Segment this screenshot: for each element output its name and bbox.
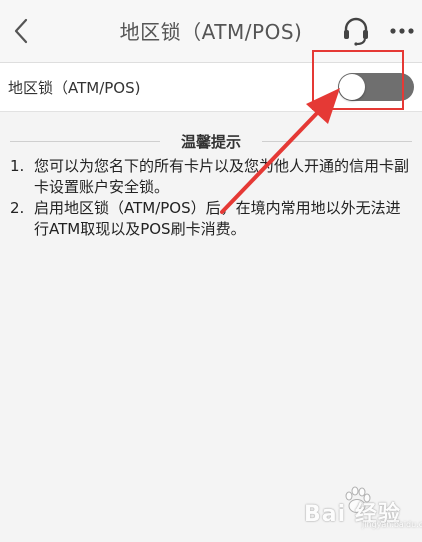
tips-heading: 温馨提示 [0, 131, 422, 152]
tip-number: 2. [10, 199, 25, 217]
baidu-watermark: Bai 经验 jingyan.baidu.com [300, 486, 422, 532]
watermark-subtext: jingyan.baidu.com [362, 520, 422, 529]
headset-icon [344, 17, 368, 46]
nav-bar: 地区锁（ATM/POS) [0, 0, 422, 63]
app-screen: 地区锁（ATM/POS) 地区锁（ATM/POS) 温馨提示 1. 您可以为您名… [0, 0, 422, 542]
more-dots-icon [390, 28, 414, 34]
region-lock-toggle[interactable] [338, 73, 414, 101]
tip-number: 1. [10, 157, 25, 175]
more-button[interactable] [386, 16, 418, 46]
customer-service-button[interactable] [340, 14, 372, 48]
chevron-left-icon [14, 18, 28, 44]
tip-text: 您可以为您名下的所有卡片以及您为他人开通的信用卡副卡设置账户安全锁。 [34, 157, 410, 196]
tips-title: 温馨提示 [168, 131, 253, 152]
toggle-knob [339, 74, 365, 100]
back-button[interactable] [6, 14, 36, 48]
tips-list: 1. 您可以为您名下的所有卡片以及您为他人开通的信用卡副卡设置账户安全锁。 2.… [10, 156, 414, 240]
tip-text: 启用地区锁（ATM/POS）后，在境内常用地以外无法进行ATM取现以及POS刷卡… [34, 199, 401, 238]
list-item: 1. 您可以为您名下的所有卡片以及您为他人开通的信用卡副卡设置账户安全锁。 [10, 156, 414, 198]
list-item: 2. 启用地区锁（ATM/POS）后，在境内常用地以外无法进行ATM取现以及PO… [10, 198, 414, 240]
region-lock-label: 地区锁（ATM/POS) [8, 79, 141, 97]
